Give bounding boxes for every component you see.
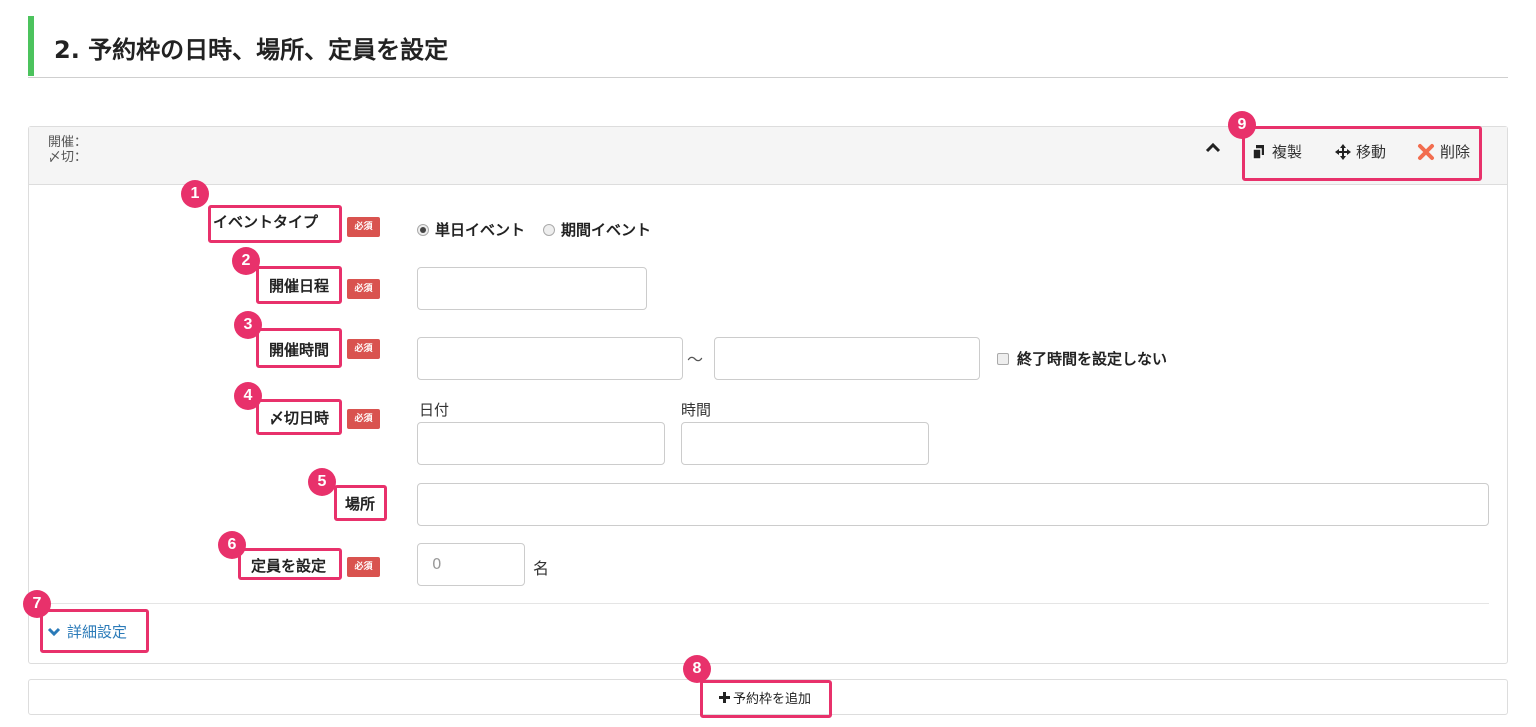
deadline-time-input[interactable] [681,422,929,465]
event-date-input[interactable] [417,267,647,310]
move-label: 移動 [1356,143,1387,161]
duplicate-label: 複製 [1272,143,1303,161]
move-icon [1335,143,1351,160]
capacity-input[interactable]: 0 [417,543,525,586]
divider [39,603,1489,604]
required-badge: 必須 [347,557,380,577]
required-badge: 必須 [347,339,380,359]
event-type-radio-group: 単日イベント 期間イベント [417,219,669,240]
time-range-separator: ～ [687,350,704,369]
deadline-label: 〆切日時 [269,409,330,427]
annotation-badge-9: 9 [1228,111,1256,139]
event-date-label: 開催日程 [269,277,330,295]
delete-button[interactable]: 削除 [1417,141,1470,162]
event-time-label: 開催時間 [269,341,330,359]
close-icon [1418,143,1434,160]
delete-label: 削除 [1440,143,1471,161]
annotation-badge-6: 6 [218,531,246,559]
section-heading: 2. 予約枠の日時、場所、定員を設定 [28,14,1508,78]
place-input[interactable] [417,483,1489,526]
period-event-option[interactable]: 期間イベント [561,219,651,240]
required-badge: 必須 [347,409,380,429]
deadline-date-input[interactable] [417,422,665,465]
details-label: 詳細設定 [67,623,128,641]
header-date-label: 開催： [48,135,88,150]
capacity-label: 定員を設定 [251,557,327,575]
single-event-option[interactable]: 単日イベント [435,219,525,240]
add-slot-button[interactable]: 予約枠を追加 [718,688,811,707]
capacity-unit: 名 [533,559,550,578]
event-type-label: イベントタイプ [213,213,319,231]
move-button[interactable]: 移動 [1335,141,1386,162]
duplicate-button[interactable]: 複製 [1251,141,1302,162]
no-end-time-checkbox[interactable] [997,352,1009,365]
header-deadline-label: 〆切： [48,150,88,165]
annotation-badge-3: 3 [234,311,262,339]
annotation-badge-2: 2 [232,247,260,275]
place-label: 場所 [345,495,376,513]
annotation-badge-5: 5 [308,468,336,496]
annotation-badge-1: 1 [181,180,209,208]
no-end-time-label: 終了時間を設定しない [1017,350,1168,368]
start-time-input[interactable] [417,337,683,380]
end-time-input[interactable] [714,337,980,380]
annotation-badge-7: 7 [23,590,51,618]
no-end-time-option[interactable]: 終了時間を設定しない [997,348,1167,369]
plus-icon [719,692,730,703]
chevron-down-icon [47,627,61,636]
section-accent-bar [28,16,34,76]
duplicate-icon [1252,144,1264,160]
chevron-up-icon [1205,142,1221,153]
period-event-radio[interactable] [543,223,556,236]
panel-header: 開催： 〆切： 複製 移動 削除 [29,127,1507,185]
add-slot-label: 予約枠を追加 [733,692,812,707]
section-title: 2. 予約枠の日時、場所、定員を設定 [54,36,449,64]
add-slot-bar: 予約枠を追加 [28,679,1508,715]
collapse-button[interactable] [1205,140,1225,160]
required-badge: 必須 [347,279,380,299]
details-toggle[interactable]: 詳細設定 [47,621,127,642]
deadline-time-label: 時間 [681,401,712,419]
annotation-badge-8: 8 [683,655,711,683]
single-event-radio[interactable] [417,223,429,236]
annotation-badge-4: 4 [234,382,262,410]
required-badge: 必須 [347,217,380,237]
deadline-date-label: 日付 [419,401,450,419]
